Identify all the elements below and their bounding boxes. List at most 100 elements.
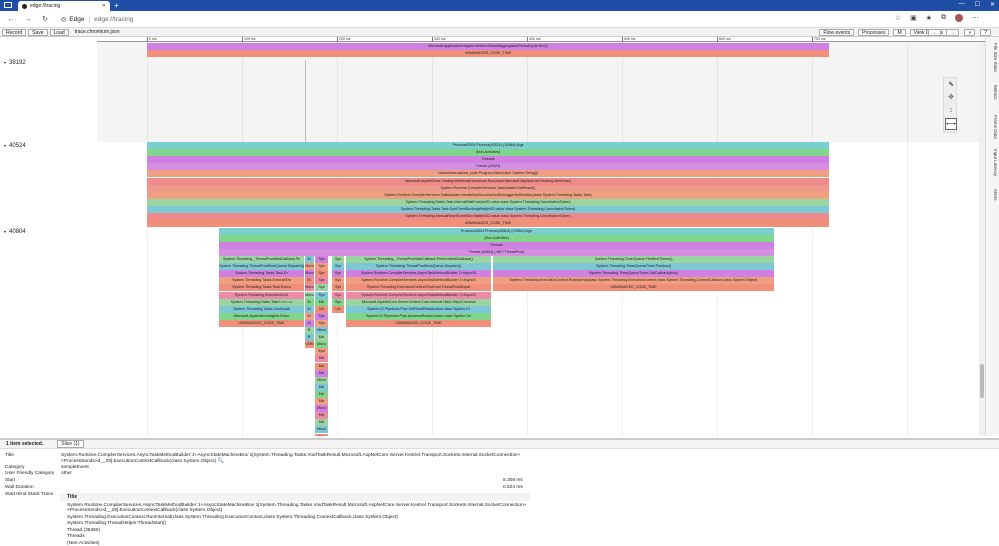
trace-slice[interactable]: Mic (315, 362, 328, 370)
save-button[interactable]: Save (28, 28, 48, 36)
trace-slice[interactable]: UNMANAGED_CODE_TIME (147, 50, 829, 57)
collapse-triangle-icon[interactable]: ▾ (4, 60, 6, 65)
trace-slice[interactable]: Microsoft.ApplicationInsights.Metrics.De… (147, 43, 829, 50)
trace-slice[interactable]: System.Threading.ExecutionCont (219, 291, 304, 299)
trace-slice[interactable]: System.Runtime.CompilerServices.TaskAwai… (147, 191, 829, 199)
trace-slice[interactable]: Micro (305, 270, 314, 278)
trace-slice[interactable]: Mic (315, 412, 328, 420)
process-label[interactable]: ▾ 40804 (4, 229, 26, 235)
trace-slice[interactable]: Micro (315, 327, 328, 334)
trace-slice[interactable]: Microsoft.ApplicationInsights.Exten (219, 312, 304, 320)
trace-slice[interactable]: System.Threading.ThreadPoolWorkQueue.Dis… (346, 263, 491, 271)
forward-button[interactable]: → (22, 16, 34, 23)
process-label[interactable]: ▾ 40524 (4, 143, 26, 149)
collapse-triangle-icon[interactable]: ▾ (4, 143, 6, 148)
trace-slice[interactable]: Process40524 Process(40524) (10984) Args (147, 142, 829, 149)
trace-slice[interactable]: Micro (305, 263, 314, 271)
timing-tool-icon[interactable]: ⟷ (945, 118, 957, 130)
sidebar-toggle-icon[interactable] (4, 2, 12, 8)
trace-slice[interactable]: System.Threading.Tasks.Task.InternalWait… (147, 198, 829, 206)
trace-slice[interactable]: System.Threading._ThreadPoolWaitCallback… (219, 256, 304, 263)
trace-slice[interactable]: Syst (315, 348, 328, 356)
omnibox[interactable]: ◎ Edge | edge://tracing (61, 16, 134, 23)
flow-events-button[interactable]: Flow events (819, 29, 855, 36)
trace-slice[interactable]: System.Runtime.CompilerServices.TaskAwai… (147, 184, 829, 192)
trace-slice[interactable]: M. (305, 277, 314, 285)
avatar[interactable] (955, 14, 963, 22)
trace-slice[interactable]: System.Runtime.CompilerServices.AsyncTas… (346, 277, 491, 285)
browser-tab[interactable]: edge://tracing ✕ (18, 1, 110, 11)
favorites-icon[interactable]: ★ (926, 14, 932, 22)
trace-slice[interactable]: Sys (332, 263, 344, 271)
track-view[interactable]: ▾ 38192 ▾ 40524 ▾ 40804 Microsoft.ApplicationI… (0, 42, 985, 436)
extensions-icon[interactable]: ⧉ (941, 14, 946, 22)
collections-icon[interactable]: ▣ (910, 14, 917, 22)
trace-slice[interactable]: Mic (315, 334, 328, 342)
trace-slice[interactable]: M. (305, 305, 314, 313)
trace-slice[interactable]: Micro (305, 291, 314, 299)
trace-slice[interactable]: Sys (315, 319, 328, 327)
trace-slice[interactable]: Process40804 Process(40804) (10984) Args (219, 228, 774, 235)
trace-slice[interactable]: System.Threading.ExecutionContext.RunFro… (346, 284, 491, 292)
trace-slice[interactable]: Sys (315, 277, 328, 285)
trace-slice[interactable]: System.Threading._ThreadPoolWaitCallback… (346, 256, 491, 263)
close-window-button[interactable]: ✕ (990, 1, 995, 8)
trace-slice[interactable]: System.Runtime.CompilerServices.AsyncTas… (346, 291, 491, 299)
trace-slice[interactable]: System.Threading.Tasks.ExecuteEnt (219, 277, 304, 285)
collapse-triangle-icon[interactable]: ▾ (4, 229, 6, 234)
trace-slice[interactable]: Mic (315, 433, 328, 436)
trace-slice[interactable]: UNMANAGED_CODE_TIME (346, 319, 491, 327)
side-tab[interactable]: File Size Stats (988, 43, 998, 72)
trace-slice[interactable]: M. (305, 312, 314, 320)
trace-slice[interactable]: System.Threading.Tasks.Task.Ex (219, 270, 304, 278)
trace-slice[interactable]: System.Threading.Tasks.Task+<>c.<.c (219, 298, 304, 306)
trace-slice[interactable]: Micro (315, 426, 328, 434)
trace-slice[interactable]: Sys (332, 256, 344, 263)
trace-slice[interactable]: Sys (315, 263, 328, 271)
trace-slice[interactable]: Sys (315, 256, 328, 263)
trace-slice[interactable]: Sys (332, 277, 344, 285)
trace-slice[interactable]: Micro (315, 405, 328, 413)
zoom-tool-icon[interactable]: ↕ (945, 105, 957, 117)
trace-slice[interactable]: Sys (315, 291, 328, 299)
trace-slice[interactable]: Mic (315, 398, 328, 405)
trace-slice[interactable]: Sys (332, 298, 344, 306)
trace-slice[interactable]: Mic (315, 298, 328, 306)
more-menu-icon[interactable]: ⋯ (972, 14, 979, 22)
trace-slice[interactable]: System.Threading.Tasks.Continuati (219, 305, 304, 313)
slice-tab[interactable]: Slice (1) (57, 440, 84, 448)
trace-slice[interactable]: Sys (332, 291, 344, 299)
trace-slice[interactable]: Sys (332, 270, 344, 278)
trace-slice[interactable]: UN (332, 305, 344, 313)
trace-slice[interactable]: System.Threading.TimerQueueTimer.CallCal… (493, 270, 774, 278)
trace-slice[interactable]: Mic (315, 355, 328, 363)
trace-slice[interactable]: Sys (315, 312, 328, 320)
minimize-button[interactable]: — (959, 1, 965, 8)
side-tab[interactable]: Frame Data (988, 115, 998, 139)
help-button[interactable]: ? (980, 29, 991, 36)
trace-slice[interactable]: System.Threading.ExecutionContext.RunInt… (493, 277, 774, 285)
trace-slice[interactable]: Sys (332, 284, 344, 292)
select-tool-icon[interactable]: ⬉ (945, 79, 957, 91)
trace-slice[interactable]: NamedInstructions_code Program.Main(valu… (147, 170, 829, 178)
trace-slice[interactable]: Mic (315, 390, 328, 398)
trace-slice[interactable]: UN (315, 305, 328, 313)
magnify-icon[interactable]: 🔍 (218, 458, 224, 464)
trace-slice[interactable]: UNMANAGED_CODE_TIME (493, 284, 774, 292)
scrollbar-thumb[interactable] (980, 364, 984, 398)
trace-slice[interactable]: System.Threading.Tasks.Task.SpinThenBloc… (147, 205, 829, 213)
trace-slice[interactable]: Mic (315, 419, 328, 427)
trace-slice[interactable]: M. (305, 256, 314, 263)
trace-slice[interactable]: Sys (315, 270, 328, 278)
maximize-button[interactable]: ☐ (975, 1, 980, 8)
pan-tool-icon[interactable]: ✥ (945, 92, 957, 104)
trace-slice[interactable]: M. (305, 319, 314, 327)
trace-slice[interactable]: System.Threading.ManualResetEventSlim.Wa… (147, 213, 829, 220)
trace-slice[interactable]: Micro (315, 341, 328, 349)
trace-slice[interactable]: System.IO.Pipelines.Pipe.AdvanceReader(v… (346, 312, 491, 320)
new-tab-button[interactable]: + (114, 2, 119, 10)
trace-slice[interactable]: Microsoft.AspNetCore.Server.Kestrel.Core… (346, 298, 491, 306)
trace-slice[interactable]: (Non-Activities) (219, 235, 774, 243)
tab-close-icon[interactable]: ✕ (102, 3, 106, 9)
trace-slice[interactable]: R. (305, 334, 314, 342)
